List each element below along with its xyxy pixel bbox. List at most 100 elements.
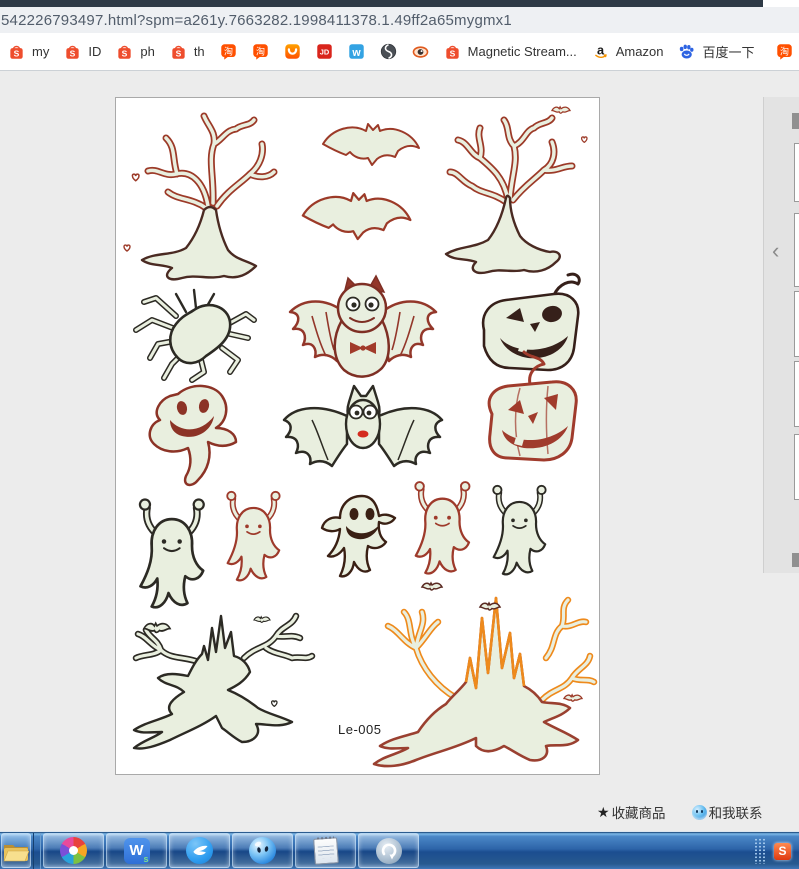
page-links: ★ 收藏商品 和我联系 — [597, 802, 763, 822]
accent-heart — [132, 174, 139, 181]
bookmark-shopee-my[interactable]: S my — [8, 43, 49, 60]
bookmark-shopee-id[interactable]: S ID — [64, 43, 101, 60]
bookmarks-bar: S my S ID S ph S th 淘 淘 JD — [0, 33, 799, 71]
thumbnail-item[interactable] — [794, 434, 799, 500]
bookmark-label: Amazon — [616, 44, 664, 59]
svg-text:S: S — [122, 48, 128, 58]
sticker-ghost-arms-up-red-2 — [415, 482, 469, 573]
sticker-cute-bat-bowtie — [290, 276, 436, 377]
contact-me-link[interactable]: 和我联系 — [692, 802, 763, 822]
notepad-icon — [313, 837, 339, 865]
folder-icon — [3, 840, 29, 862]
bookmark-weidian[interactable]: w — [348, 43, 365, 60]
url-text[interactable]: 542226793497.html?spm=a261y.7663282.1998… — [1, 12, 512, 29]
thumbnail-item[interactable] — [794, 213, 799, 287]
baidu-paw-icon — [678, 43, 695, 60]
tray-grip-dots[interactable] — [754, 838, 766, 864]
taobao-icon: 淘 — [252, 43, 269, 60]
accent-minibat — [564, 695, 582, 701]
svg-text:淘: 淘 — [256, 45, 265, 56]
favorite-item-link[interactable]: ★ 收藏商品 — [597, 802, 666, 822]
taskbar-separator — [33, 833, 41, 869]
svg-text:淘: 淘 — [780, 45, 789, 56]
taskbar-360-browser-button[interactable] — [43, 833, 104, 868]
thumbnail-side-panel: ‹ — [763, 97, 799, 573]
favorite-label: 收藏商品 — [612, 802, 666, 822]
shopee-icon: S — [8, 43, 25, 60]
accent-heart — [582, 137, 587, 142]
accent-heart — [124, 245, 130, 251]
taskbar-explorer-button[interactable] — [1, 833, 31, 868]
screen: 542226793497.html?spm=a261y.7663282.1998… — [0, 0, 799, 869]
amazon-icon: a — [592, 43, 609, 60]
bookmark-orange-u[interactable] — [284, 43, 301, 60]
jd-icon: JD — [316, 43, 333, 60]
bookmark-baidu[interactable]: 百度一下 — [678, 42, 754, 61]
bookmark-label: th — [194, 44, 205, 59]
taobao-icon: 淘 — [220, 43, 237, 60]
shopee-icon: S — [444, 43, 461, 60]
bookmark-shopee-ph[interactable]: S ph — [116, 43, 154, 60]
taskbar-wps-button[interactable]: Ws — [106, 833, 167, 868]
svg-text:S: S — [70, 48, 76, 58]
bookmark-eye[interactable] — [412, 43, 429, 60]
eye-icon — [412, 43, 429, 60]
contact-label: 和我联系 — [709, 802, 763, 822]
sticker-bat-silhouette-top — [323, 124, 419, 165]
taskbar-dingtalk-button[interactable] — [169, 833, 230, 868]
bookmark-taobao-1[interactable]: 淘 — [220, 43, 237, 60]
svg-text:JD: JD — [319, 48, 329, 57]
wangwang-face-icon — [249, 837, 276, 864]
thumbnail-item[interactable] — [794, 143, 799, 202]
thumbnail-item[interactable] — [794, 361, 799, 427]
sticker-ghost-arms-up-red-1 — [227, 492, 279, 581]
address-bar[interactable]: 542226793497.html?spm=a261y.7663282.1998… — [0, 7, 799, 33]
bookmark-label: 百度一下 — [702, 42, 754, 61]
taskbar-wangwang-button[interactable] — [232, 833, 293, 868]
wps-office-icon: Ws — [124, 838, 150, 864]
taskbar: Ws S — [0, 831, 799, 869]
shopee-icon: S — [170, 43, 187, 60]
window-top-strip — [0, 0, 763, 7]
shopee-icon: S — [116, 43, 133, 60]
tray-shopee-icon[interactable]: S — [774, 843, 791, 860]
svg-text:淘: 淘 — [224, 45, 233, 56]
bookmark-taobao-3[interactable]: 淘 — [776, 43, 793, 60]
svg-text:S: S — [175, 48, 181, 58]
bookmark-jd[interactable]: JD — [316, 43, 333, 60]
sticker-spooky-tree-red-right — [446, 118, 572, 273]
dark-globe-icon — [380, 43, 397, 60]
sticker-ghost-dark-face — [322, 496, 395, 576]
sticker-sheet-art — [116, 98, 599, 774]
thumbnail-item[interactable] — [794, 291, 799, 357]
page-content: Le-005 ‹ ★ 收藏商品 和我联系 — [0, 72, 799, 831]
sync-swirl-icon — [376, 838, 402, 864]
bookmark-globe[interactable] — [380, 43, 397, 60]
bookmark-amazon[interactable]: a Amazon — [592, 43, 664, 60]
weidian-icon: w — [348, 43, 365, 60]
sticker-bat-wide-round-eyes — [284, 386, 442, 466]
qq-icon — [692, 805, 707, 820]
bookmark-shopee-th[interactable]: S th — [170, 43, 205, 60]
accent-minibat — [254, 617, 270, 623]
bookmark-magnetic-stream[interactable]: S Magnetic Stream... — [444, 43, 577, 60]
pinwheel-browser-icon — [60, 837, 87, 864]
bookmark-taobao-2[interactable]: 淘 — [252, 43, 269, 60]
svg-text:S: S — [449, 48, 455, 58]
bookmark-label: ID — [88, 44, 101, 59]
accent-minibat — [552, 107, 570, 113]
panel-scroll-down[interactable] — [792, 553, 799, 567]
collapse-panel-button[interactable]: ‹ — [772, 240, 779, 262]
shopee-icon: S — [64, 43, 81, 60]
taskbar-notepad-button[interactable] — [295, 833, 356, 868]
sticker-spooky-tree-red-left — [142, 116, 274, 279]
sticker-bat-silhouette-mid — [303, 193, 411, 239]
svg-text:S: S — [14, 48, 20, 58]
star-icon: ★ — [597, 804, 610, 821]
window-top-corner — [763, 0, 799, 7]
panel-scroll-up[interactable] — [792, 113, 799, 129]
bookmark-label: Magnetic Stream... — [468, 44, 577, 59]
product-image[interactable]: Le-005 — [115, 97, 600, 775]
orange-u-icon — [284, 43, 301, 60]
taskbar-sync-button[interactable] — [358, 833, 419, 868]
